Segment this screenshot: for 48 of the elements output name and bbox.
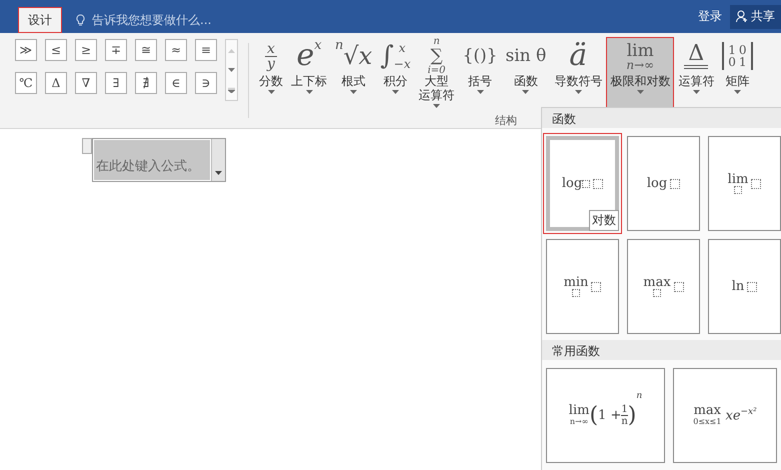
equation-template[interactable]: lim xyxy=(708,136,781,231)
caret-icon xyxy=(350,90,358,94)
caret-icon xyxy=(692,90,700,94)
equation-template[interactable]: log xyxy=(627,136,700,231)
ribbon-tab[interactable]: 设计 xyxy=(18,7,62,33)
caret-icon xyxy=(522,90,530,94)
caret-icon xyxy=(734,90,741,94)
equation-options-button[interactable] xyxy=(211,139,225,181)
equation-template[interactable]: max xyxy=(627,239,700,334)
caret-icon xyxy=(268,90,274,94)
section-header: 常用函数 xyxy=(542,340,781,360)
tooltip: 对数 xyxy=(589,210,619,231)
structure-button[interactable]: {()} 括号 xyxy=(458,37,502,113)
caret-icon xyxy=(476,90,484,94)
equation-template[interactable]: log 对数 xyxy=(546,136,619,231)
symbol-button[interactable]: ∄ xyxy=(135,72,157,94)
symbol-button[interactable]: ℃ xyxy=(15,72,37,94)
symbol-button[interactable]: ≈ xyxy=(165,39,187,61)
caret-icon xyxy=(392,90,399,94)
symbol-button[interactable]: ∇ xyxy=(75,72,97,94)
person-add-icon xyxy=(736,10,748,23)
symbol-button[interactable]: ∈ xyxy=(165,72,187,94)
sign-in-link[interactable]: 登录 xyxy=(698,8,722,25)
caret-icon xyxy=(636,90,644,94)
caret-icon xyxy=(574,90,582,94)
caret-icon xyxy=(215,171,222,175)
symbol-button[interactable]: ≤ xyxy=(45,39,67,61)
lightbulb-icon xyxy=(76,14,85,26)
symbol-button[interactable]: ≫ xyxy=(15,39,37,61)
tell-me-field[interactable]: 告诉我您想要做什么... xyxy=(90,12,254,28)
symbol-button[interactable]: ∓ xyxy=(105,39,127,61)
equation-template[interactable]: min xyxy=(546,239,619,334)
gallery-scroll-buttons[interactable] xyxy=(225,39,238,101)
symbol-button[interactable]: Δ xyxy=(45,72,67,94)
caret-icon xyxy=(306,90,312,94)
symbol-button[interactable]: ≅ xyxy=(135,39,157,61)
equation-template[interactable]: ln xyxy=(708,239,781,334)
caret-icon xyxy=(433,104,440,108)
symbol-button[interactable]: ∋ xyxy=(195,72,217,94)
structure-button[interactable]: x y 分数 xyxy=(255,37,287,113)
symbol-button[interactable]: ≥ xyxy=(75,39,97,61)
share-button[interactable]: 共享 xyxy=(730,4,781,28)
symbol-button[interactable]: ∃ xyxy=(105,72,127,94)
section-header: 函数 xyxy=(542,108,781,128)
equation-handle[interactable] xyxy=(82,138,92,154)
symbol-button[interactable]: ≡ xyxy=(195,39,217,61)
group-label: 结构 xyxy=(494,113,517,128)
structure-button[interactable]: n ∑ i=0 大型 运算符 xyxy=(414,37,459,113)
